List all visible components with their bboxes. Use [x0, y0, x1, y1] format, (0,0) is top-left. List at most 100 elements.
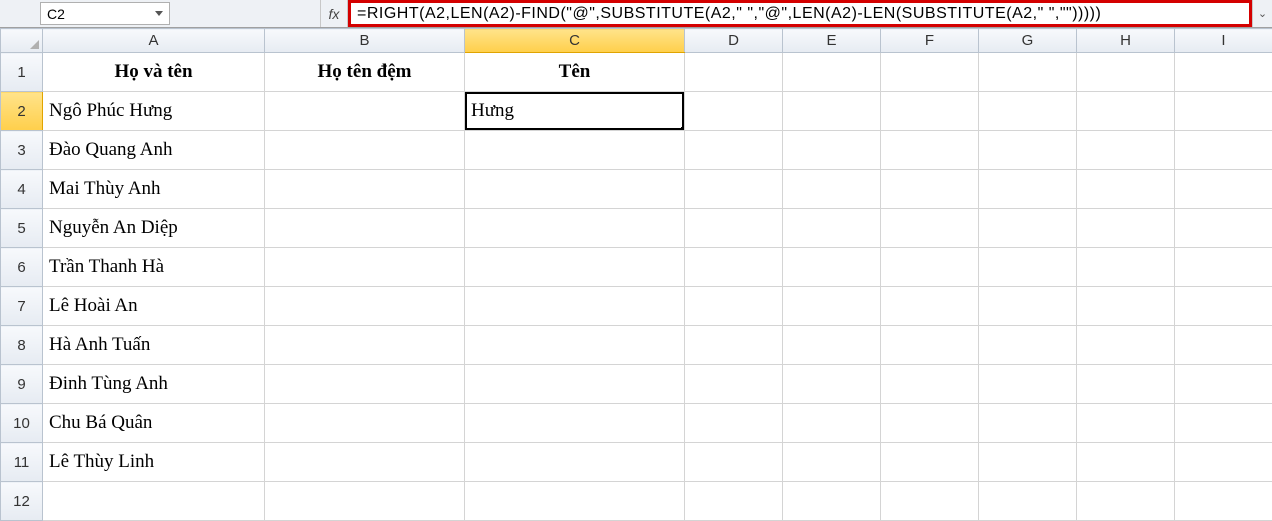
cell-G9[interactable] — [979, 365, 1077, 404]
cell-F9[interactable] — [881, 365, 979, 404]
cell-D10[interactable] — [685, 404, 783, 443]
cell-B8[interactable] — [265, 326, 465, 365]
cell-A1[interactable]: Họ và tên — [43, 53, 265, 92]
cell-A5[interactable]: Nguyễn An Diệp — [43, 209, 265, 248]
cell-H1[interactable] — [1077, 53, 1175, 92]
cell-A12[interactable] — [43, 482, 265, 521]
cell-G2[interactable] — [979, 92, 1077, 131]
col-header-F[interactable]: F — [881, 29, 979, 53]
cell-A6[interactable]: Trần Thanh Hà — [43, 248, 265, 287]
cell-E10[interactable] — [783, 404, 881, 443]
row-header-3[interactable]: 3 — [1, 131, 43, 170]
cell-C9[interactable] — [465, 365, 685, 404]
row-header-10[interactable]: 10 — [1, 404, 43, 443]
cell-H12[interactable] — [1077, 482, 1175, 521]
cell-B4[interactable] — [265, 170, 465, 209]
cell-C5[interactable] — [465, 209, 685, 248]
fx-icon[interactable]: fx — [320, 0, 348, 27]
cell-F7[interactable] — [881, 287, 979, 326]
cell-I2[interactable] — [1175, 92, 1272, 131]
name-box-dropdown-icon[interactable] — [155, 11, 163, 16]
cell-G5[interactable] — [979, 209, 1077, 248]
col-header-H[interactable]: H — [1077, 29, 1175, 53]
cell-E9[interactable] — [783, 365, 881, 404]
formula-input[interactable]: =RIGHT(A2,LEN(A2)-FIND("@",SUBSTITUTE(A2… — [348, 0, 1252, 27]
cell-I11[interactable] — [1175, 443, 1272, 482]
row-header-4[interactable]: 4 — [1, 170, 43, 209]
cell-A7[interactable]: Lê Hoài An — [43, 287, 265, 326]
cell-H10[interactable] — [1077, 404, 1175, 443]
cell-D1[interactable] — [685, 53, 783, 92]
cell-F11[interactable] — [881, 443, 979, 482]
cell-B6[interactable] — [265, 248, 465, 287]
cell-I6[interactable] — [1175, 248, 1272, 287]
cell-G10[interactable] — [979, 404, 1077, 443]
cell-A11[interactable]: Lê Thùy Linh — [43, 443, 265, 482]
cell-I5[interactable] — [1175, 209, 1272, 248]
col-header-A[interactable]: A — [43, 29, 265, 53]
cell-C10[interactable] — [465, 404, 685, 443]
cell-I8[interactable] — [1175, 326, 1272, 365]
cell-A10[interactable]: Chu Bá Quân — [43, 404, 265, 443]
formula-expand-icon[interactable]: ⌄ — [1252, 0, 1272, 27]
cell-G4[interactable] — [979, 170, 1077, 209]
cell-H7[interactable] — [1077, 287, 1175, 326]
cell-D5[interactable] — [685, 209, 783, 248]
col-header-I[interactable]: I — [1175, 29, 1272, 53]
cell-G1[interactable] — [979, 53, 1077, 92]
cell-E3[interactable] — [783, 131, 881, 170]
row-header-9[interactable]: 9 — [1, 365, 43, 404]
cell-F3[interactable] — [881, 131, 979, 170]
cell-I12[interactable] — [1175, 482, 1272, 521]
cell-B10[interactable] — [265, 404, 465, 443]
cell-G12[interactable] — [979, 482, 1077, 521]
cell-H2[interactable] — [1077, 92, 1175, 131]
col-header-G[interactable]: G — [979, 29, 1077, 53]
cell-H3[interactable] — [1077, 131, 1175, 170]
cell-D9[interactable] — [685, 365, 783, 404]
cell-D7[interactable] — [685, 287, 783, 326]
cell-I1[interactable] — [1175, 53, 1272, 92]
cell-G6[interactable] — [979, 248, 1077, 287]
cell-E1[interactable] — [783, 53, 881, 92]
cell-H8[interactable] — [1077, 326, 1175, 365]
cell-G8[interactable] — [979, 326, 1077, 365]
cell-C2[interactable]: Hưng — [465, 92, 685, 131]
cell-D12[interactable] — [685, 482, 783, 521]
cell-F1[interactable] — [881, 53, 979, 92]
cell-B2[interactable] — [265, 92, 465, 131]
cell-H11[interactable] — [1077, 443, 1175, 482]
cell-B1[interactable]: Họ tên đệm — [265, 53, 465, 92]
cell-F12[interactable] — [881, 482, 979, 521]
cell-E8[interactable] — [783, 326, 881, 365]
cell-D6[interactable] — [685, 248, 783, 287]
cell-E5[interactable] — [783, 209, 881, 248]
row-header-6[interactable]: 6 — [1, 248, 43, 287]
cell-H6[interactable] — [1077, 248, 1175, 287]
cell-C3[interactable] — [465, 131, 685, 170]
cell-C6[interactable] — [465, 248, 685, 287]
cell-B9[interactable] — [265, 365, 465, 404]
cell-G7[interactable] — [979, 287, 1077, 326]
name-box[interactable]: C2 — [40, 2, 170, 25]
cell-H9[interactable] — [1077, 365, 1175, 404]
col-header-C[interactable]: C — [465, 29, 685, 53]
cell-H4[interactable] — [1077, 170, 1175, 209]
row-header-2[interactable]: 2 — [1, 92, 43, 131]
cell-D3[interactable] — [685, 131, 783, 170]
cell-B7[interactable] — [265, 287, 465, 326]
cell-B3[interactable] — [265, 131, 465, 170]
cell-G3[interactable] — [979, 131, 1077, 170]
cell-F8[interactable] — [881, 326, 979, 365]
col-header-E[interactable]: E — [783, 29, 881, 53]
cell-D4[interactable] — [685, 170, 783, 209]
cell-D8[interactable] — [685, 326, 783, 365]
row-header-8[interactable]: 8 — [1, 326, 43, 365]
select-all-corner[interactable] — [1, 29, 43, 53]
cell-C1[interactable]: Tên — [465, 53, 685, 92]
col-header-D[interactable]: D — [685, 29, 783, 53]
cell-C7[interactable] — [465, 287, 685, 326]
cell-F5[interactable] — [881, 209, 979, 248]
cell-I7[interactable] — [1175, 287, 1272, 326]
cell-A8[interactable]: Hà Anh Tuấn — [43, 326, 265, 365]
